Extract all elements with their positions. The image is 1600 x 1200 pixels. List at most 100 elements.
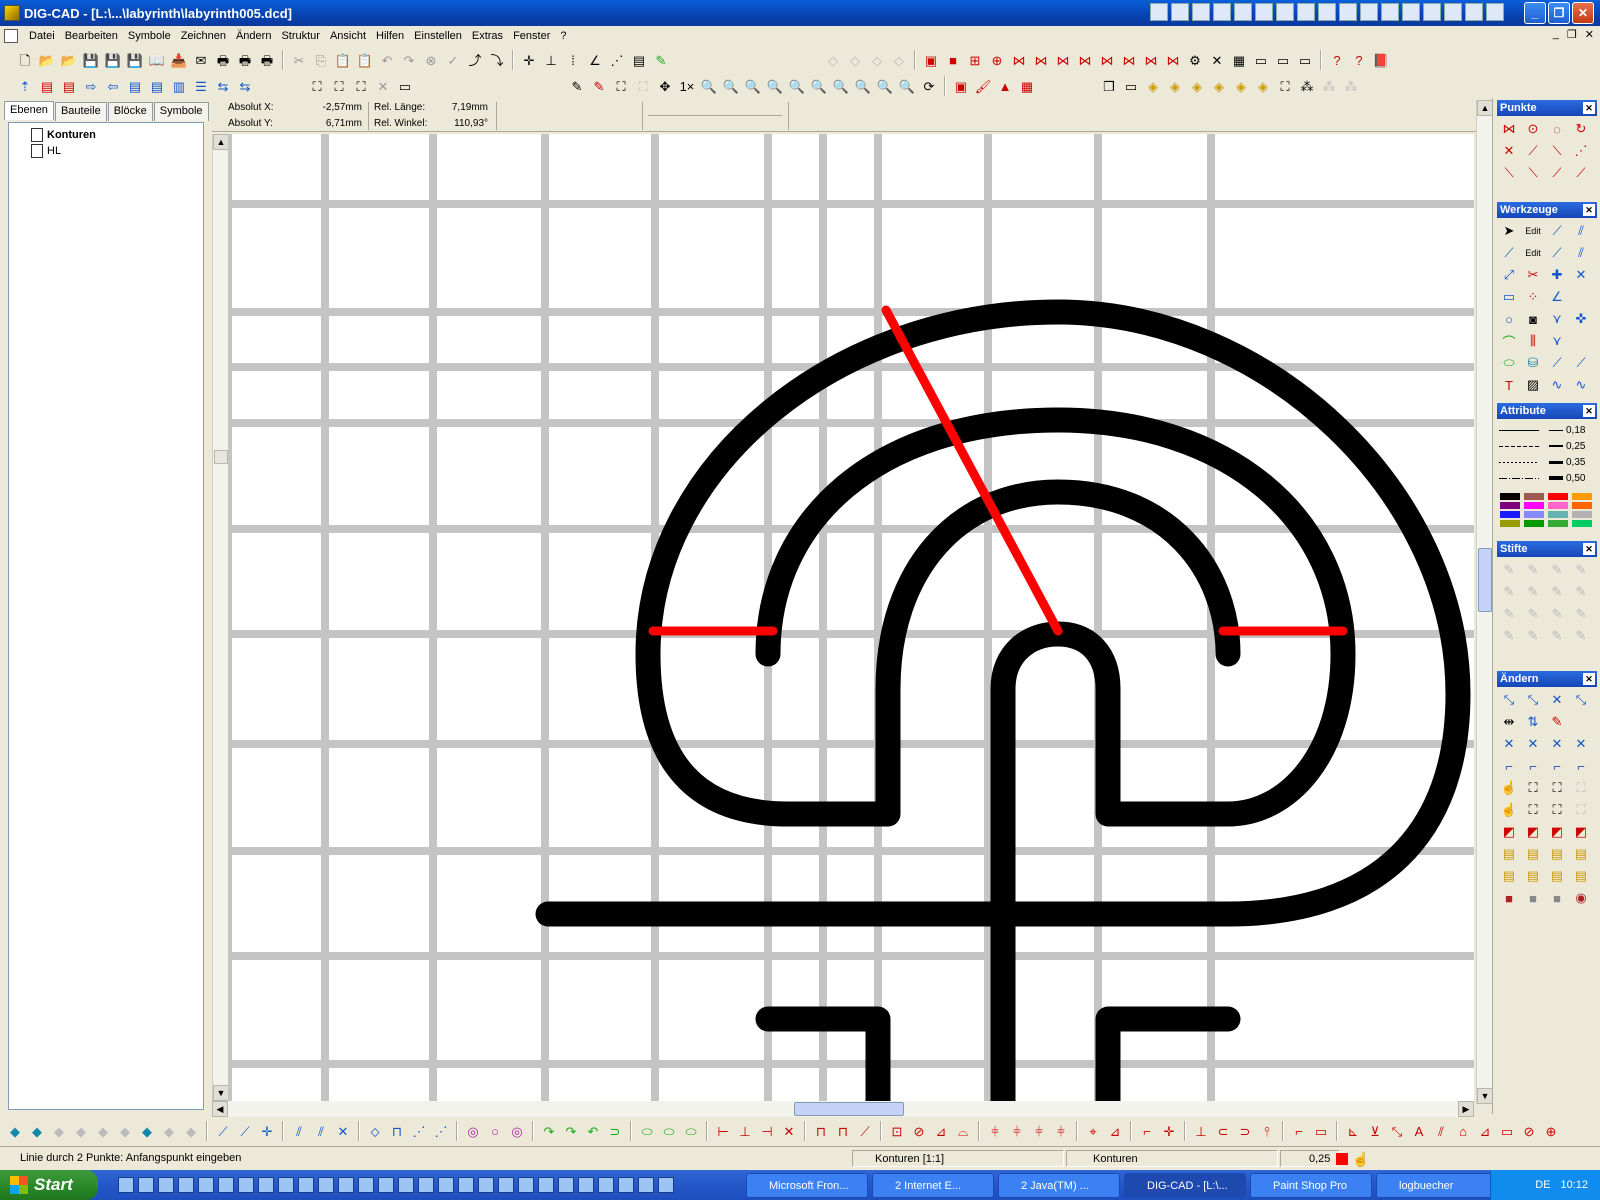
circle-icon[interactable]: ○ bbox=[1498, 308, 1520, 330]
quicklaunch-icon[interactable] bbox=[538, 1177, 554, 1193]
save-icon[interactable]: 💾 bbox=[81, 50, 101, 70]
quicklaunch-icon[interactable] bbox=[638, 1177, 654, 1193]
counter-icon[interactable]: ▭ bbox=[395, 76, 415, 96]
point-free-icon[interactable]: ⋈ bbox=[1498, 118, 1520, 140]
point-mid-icon[interactable]: ⟍ bbox=[1522, 162, 1544, 184]
plugin-icon[interactable]: ✎ bbox=[651, 50, 671, 70]
rect-draw3-icon[interactable]: ⋰ bbox=[409, 1121, 429, 1141]
modify-icon[interactable]: ⛶ bbox=[1522, 777, 1544, 799]
trim-tool3-icon[interactable]: ⤡ bbox=[1387, 1121, 1407, 1141]
modify-icon[interactable]: ⌐ bbox=[1498, 755, 1520, 777]
pan-icon[interactable]: ✥ bbox=[655, 76, 675, 96]
parallel-icon[interactable]: ⫽ bbox=[289, 1121, 309, 1141]
select-arrow-icon[interactable]: ➤ bbox=[1498, 220, 1520, 242]
surface-icon[interactable]: ⌐ bbox=[1137, 1121, 1157, 1141]
arrow-left-icon[interactable]: ⇦ bbox=[103, 76, 123, 96]
color-swatch[interactable] bbox=[1572, 502, 1592, 509]
hatch-tool-icon[interactable]: ▨ bbox=[1522, 374, 1544, 396]
pen-slot-icon[interactable]: ✎ bbox=[1498, 581, 1520, 603]
printer-icon[interactable]: 🖶 bbox=[257, 50, 277, 70]
snap-perp-icon[interactable]: ⋈ bbox=[1097, 50, 1117, 70]
dim-diameter-icon[interactable]: ⊘ bbox=[909, 1121, 929, 1141]
modify-icon[interactable]: ☝ bbox=[1498, 777, 1520, 799]
pen-slot-icon[interactable]: ✎ bbox=[1570, 625, 1592, 647]
modify-icon[interactable]: ■ bbox=[1522, 887, 1544, 909]
cross-line-icon[interactable]: ✚ bbox=[1546, 264, 1568, 286]
render-icon[interactable]: ◆ bbox=[137, 1121, 157, 1141]
quicklaunch-icon[interactable] bbox=[478, 1177, 494, 1193]
modify-icon[interactable]: ◩ bbox=[1546, 821, 1568, 843]
quicklaunch-icon[interactable] bbox=[338, 1177, 354, 1193]
drawing-canvas[interactable] bbox=[228, 134, 1474, 1101]
language-indicator[interactable]: DE bbox=[1535, 1179, 1550, 1191]
tool-icon[interactable]: ⚙ bbox=[1185, 50, 1205, 70]
color-swatch[interactable] bbox=[1572, 520, 1592, 527]
point-dist-icon[interactable]: ⟋ bbox=[1546, 162, 1568, 184]
color-swatches[interactable] bbox=[1497, 489, 1597, 531]
text-tool3-icon[interactable]: ⌂ bbox=[1453, 1121, 1473, 1141]
app-shortcut-icon[interactable] bbox=[1297, 3, 1315, 21]
menu-bearbeiten[interactable]: Bearbeiten bbox=[60, 30, 123, 42]
layer-new-icon[interactable]: ▤ bbox=[37, 76, 57, 96]
split-icon[interactable]: ▥ bbox=[169, 76, 189, 96]
left-vertical-scrollbar[interactable]: ▲ ▼ bbox=[212, 134, 229, 1101]
line-angle-icon[interactable]: ⟋ bbox=[1546, 242, 1568, 264]
modify-icon[interactable]: ▤ bbox=[1570, 843, 1592, 865]
app-shortcut-icon[interactable] bbox=[1213, 3, 1231, 21]
dim-chain3-icon[interactable]: ⟋ bbox=[855, 1121, 875, 1141]
minimize-button[interactable]: _ bbox=[1524, 2, 1546, 24]
3d-view4-icon[interactable]: ◆ bbox=[71, 1121, 91, 1141]
properties-icon[interactable]: ▣ bbox=[951, 76, 971, 96]
color-swatch[interactable] bbox=[1500, 493, 1520, 500]
tab-symbole[interactable]: Symbole bbox=[153, 102, 209, 121]
paste-special-icon[interactable]: 📋 bbox=[355, 50, 375, 70]
modify-icon[interactable]: ■ bbox=[1546, 887, 1568, 909]
center-cross-icon[interactable]: ✜ bbox=[1570, 308, 1592, 330]
cut-icon[interactable]: ✂ bbox=[289, 50, 309, 70]
scroll-thumb[interactable] bbox=[1478, 548, 1492, 612]
offset-icon[interactable]: ⟋ bbox=[1546, 352, 1568, 374]
angle-icon[interactable]: ∠ bbox=[585, 50, 605, 70]
line-draw2-icon[interactable]: ⟋ bbox=[235, 1121, 255, 1141]
pen-slot-icon[interactable]: ✎ bbox=[1522, 581, 1544, 603]
cylinder-icon[interactable]: ⛁ bbox=[1522, 352, 1544, 374]
circle-draw2-icon[interactable]: ○ bbox=[485, 1121, 505, 1141]
text-tool5-icon[interactable]: ▭ bbox=[1497, 1121, 1517, 1141]
app-shortcut-icon[interactable] bbox=[1381, 3, 1399, 21]
tol2-icon[interactable]: ⫩ bbox=[1007, 1121, 1027, 1141]
angle-line-icon[interactable]: ∠ bbox=[1546, 286, 1568, 308]
manual-icon[interactable]: 📕 bbox=[1371, 50, 1391, 70]
close-button[interactable]: ✕ bbox=[1572, 2, 1594, 24]
point-tangent-icon[interactable]: ⋰ bbox=[1570, 140, 1592, 162]
quicklaunch-icon[interactable] bbox=[398, 1177, 414, 1193]
export-icon[interactable]: ⤴ bbox=[465, 50, 485, 70]
task-dig-cad[interactable]: DIG-CAD - [L:\... bbox=[1124, 1173, 1246, 1198]
quicklaunch-icon[interactable] bbox=[198, 1177, 214, 1193]
pen-slot-icon[interactable]: ✎ bbox=[1498, 603, 1520, 625]
group2-icon[interactable]: ◈ bbox=[1165, 76, 1185, 96]
modify-icon[interactable]: ▤ bbox=[1546, 865, 1568, 887]
dim-icon[interactable]: ⫼ bbox=[1522, 330, 1544, 352]
scroll-thumb[interactable] bbox=[214, 450, 228, 464]
dim-angle-icon[interactable]: ⊿ bbox=[931, 1121, 951, 1141]
pen-slot-icon[interactable]: ✎ bbox=[1522, 559, 1544, 581]
save-all-icon[interactable]: 💾 bbox=[125, 50, 145, 70]
modify-icon[interactable]: ⇹ bbox=[1498, 711, 1520, 733]
3d-view3-icon[interactable]: ◆ bbox=[49, 1121, 69, 1141]
eraser3-icon[interactable]: ◇ bbox=[867, 50, 887, 70]
grid-dots-icon[interactable]: ⁞ bbox=[563, 50, 583, 70]
layer-up-icon[interactable]: ⇡ bbox=[15, 76, 35, 96]
offset2-icon[interactable]: ⟋ bbox=[1570, 352, 1592, 374]
hatch-icon[interactable]: ▲ bbox=[995, 76, 1015, 96]
close-icon[interactable]: ✕ bbox=[1583, 405, 1595, 417]
layer-icon[interactable]: ▤ bbox=[629, 50, 649, 70]
tol4-icon[interactable]: ⫩ bbox=[1051, 1121, 1071, 1141]
group3-icon[interactable]: ◈ bbox=[1187, 76, 1207, 96]
zoom-half-icon[interactable]: 🔍 bbox=[809, 76, 829, 96]
modify-icon[interactable]: ⇅ bbox=[1522, 711, 1544, 733]
modify-icon[interactable]: ⛶ bbox=[1546, 799, 1568, 821]
quicklaunch-icon[interactable] bbox=[658, 1177, 674, 1193]
close-icon[interactable]: ✕ bbox=[1583, 543, 1595, 555]
select-group-icon[interactable]: ⛶ bbox=[307, 76, 327, 96]
modify-icon[interactable]: ⛶ bbox=[1522, 799, 1544, 821]
